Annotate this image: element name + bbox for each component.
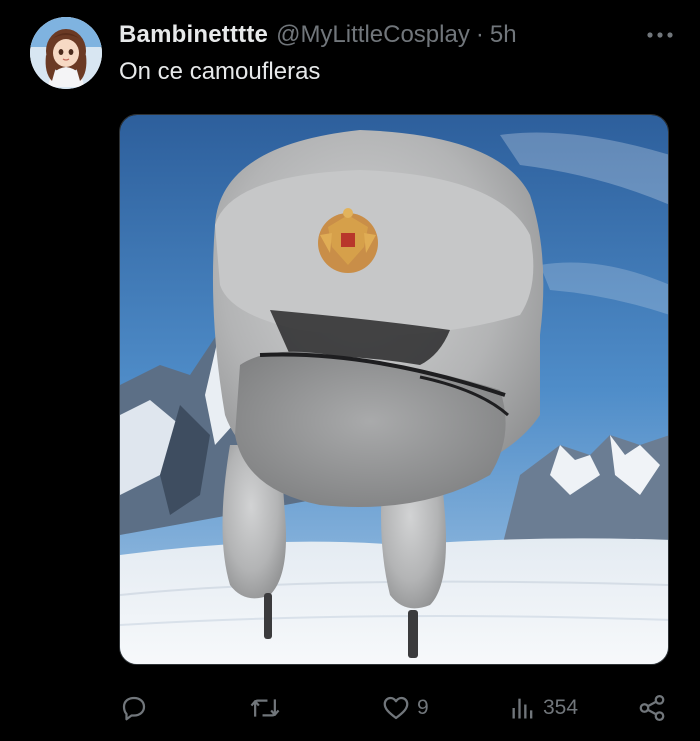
like-button[interactable]: 9 (381, 688, 429, 728)
retweet-icon (250, 699, 280, 717)
user-handle[interactable]: @MyLittleCosplay (276, 21, 470, 49)
display-name[interactable]: Bambinetttte (119, 21, 268, 49)
avatar[interactable] (30, 17, 102, 89)
reply-button[interactable] (119, 688, 149, 728)
views-count: 354 (543, 696, 579, 719)
separator-dot: · (475, 21, 484, 48)
ushanka-photo (120, 115, 668, 664)
views-button[interactable]: 354 (509, 688, 578, 728)
avatar-image (30, 17, 102, 89)
like-count: 9 (417, 696, 429, 719)
share-icon (639, 695, 665, 721)
action-bar: 9 354 (119, 688, 679, 728)
reply-icon (122, 696, 146, 721)
timestamp[interactable]: 5h (490, 21, 517, 49)
heart-icon (383, 696, 409, 720)
tweet-header: Bambinetttte @MyLittleCosplay · 5h (119, 18, 680, 52)
more-options-icon[interactable] (640, 20, 680, 50)
retweet-button[interactable] (249, 688, 281, 728)
tweet-text: On ce camoufleras (119, 58, 321, 85)
views-icon (512, 698, 533, 719)
share-button[interactable] (637, 688, 667, 728)
tweet-media[interactable] (119, 114, 669, 665)
